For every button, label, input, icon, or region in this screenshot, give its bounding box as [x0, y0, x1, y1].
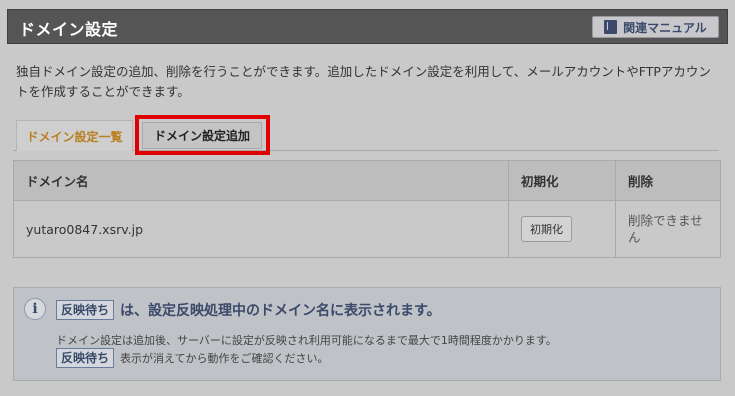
- page-header: ドメイン設定 関連マニュアル: [7, 9, 728, 44]
- pending-badge-2: 反映待ち: [56, 348, 115, 368]
- delete-cell: 削除できません: [615, 200, 721, 258]
- init-cell: 初期化: [508, 200, 616, 258]
- domain-table: ドメイン名 初期化 削除 yutaro0847.xsrv.jp 初期化 削除でき…: [13, 160, 721, 258]
- table-row: yutaro0847.xsrv.jp 初期化 削除できません: [13, 200, 721, 258]
- info-icon: i: [24, 298, 46, 320]
- tab-domain-list[interactable]: ドメイン設定一覧: [16, 120, 133, 151]
- table-header-row: ドメイン名 初期化 削除: [13, 160, 721, 201]
- page-description: 独自ドメイン設定の追加、削除を行うことができます。追加したドメイン設定を利用して…: [16, 64, 711, 99]
- info-note-line: ドメイン設定は追加後、サーバーに設定が反映され利用可能になるまで最大で1時間程度…: [56, 334, 557, 347]
- info-headline: 反映待ち は、設定反映処理中のドメイン名に表示されます。: [56, 300, 441, 320]
- column-header-init: 初期化: [508, 160, 616, 201]
- page-title: ドメイン設定: [19, 20, 119, 39]
- domain-name-cell: yutaro0847.xsrv.jp: [13, 200, 509, 258]
- column-header-delete: 削除: [615, 160, 721, 201]
- manual-button[interactable]: 関連マニュアル: [592, 16, 719, 38]
- column-header-domain: ドメイン名: [13, 160, 509, 201]
- pending-badge: 反映待ち: [56, 300, 115, 320]
- init-button[interactable]: 初期化: [521, 216, 572, 242]
- book-icon: [604, 20, 618, 34]
- info-note-line-2: 反映待ち 表示が消えてから動作をご確認ください。: [56, 348, 328, 368]
- info-headline-text: は、設定反映処理中のドメイン名に表示されます。: [120, 303, 441, 319]
- info-note-text-2: 表示が消えてから動作をご確認ください。: [120, 352, 329, 365]
- tab-add-domain[interactable]: ドメイン設定追加: [142, 122, 262, 149]
- manual-button-label: 関連マニュアル: [623, 20, 707, 35]
- delete-status-text: 削除できません: [628, 213, 703, 245]
- info-box: i 反映待ち は、設定反映処理中のドメイン名に表示されます。 ドメイン設定は追加…: [13, 287, 721, 381]
